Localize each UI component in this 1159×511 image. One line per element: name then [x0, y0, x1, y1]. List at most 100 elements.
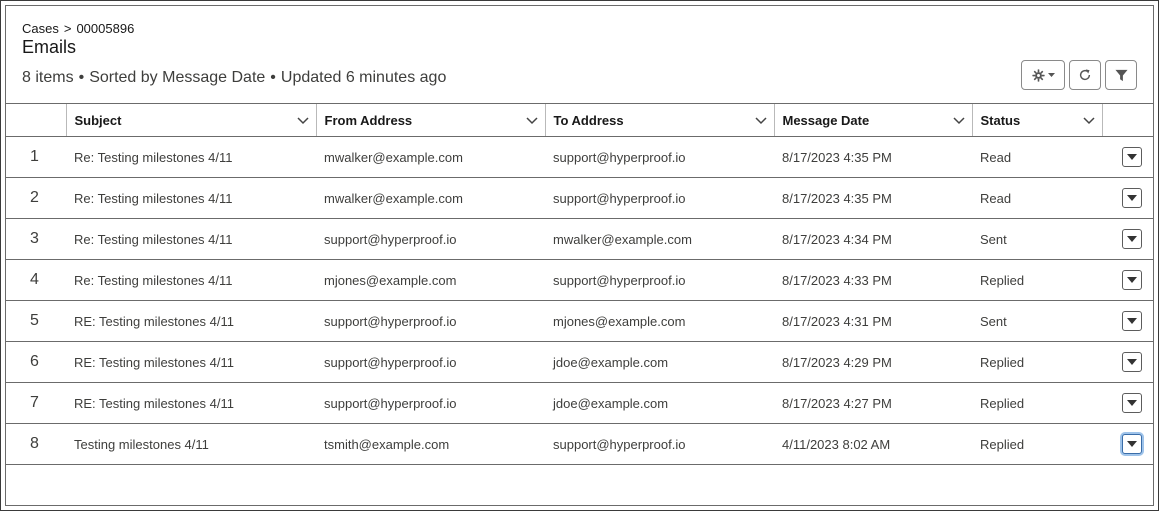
message-date-cell: 8/17/2023 4:35 PM — [774, 136, 972, 178]
status-cell: Replied — [972, 259, 1102, 301]
caret-down-icon — [1126, 359, 1137, 365]
caret-down-icon — [1126, 236, 1137, 242]
row-number: 2 — [6, 177, 66, 219]
filter-button[interactable] — [1105, 60, 1137, 90]
to-address-cell: support@hyperproof.io — [545, 423, 774, 465]
table-row: 4 Re: Testing milestones 4/11 mjones@exa… — [6, 259, 1153, 301]
row-actions-cell — [1102, 423, 1153, 465]
table-row: 6 RE: Testing milestones 4/11 support@hy… — [6, 341, 1153, 383]
row-actions-cell — [1102, 136, 1153, 178]
table-row: 2 Re: Testing milestones 4/11 mwalker@ex… — [6, 177, 1153, 219]
sort-info: Sorted by Message Date — [89, 69, 266, 86]
filter-icon — [1114, 69, 1128, 82]
column-header-status[interactable]: Status — [971, 103, 1102, 137]
message-date-cell: 8/17/2023 4:33 PM — [774, 259, 972, 301]
subject-cell[interactable]: Re: Testing milestones 4/11 — [66, 218, 316, 260]
from-address-cell: support@hyperproof.io — [316, 300, 545, 342]
caret-down-icon — [1047, 73, 1055, 77]
column-header-label: To Address — [553, 112, 624, 128]
row-actions-cell — [1102, 177, 1153, 219]
gear-icon — [1031, 68, 1045, 82]
chevron-down-icon[interactable] — [525, 113, 538, 128]
table-row: 5 RE: Testing milestones 4/11 support@hy… — [6, 300, 1153, 342]
column-header-label: Subject — [74, 112, 122, 128]
status-cell: Replied — [972, 382, 1102, 424]
to-address-cell: jdoe@example.com — [545, 382, 774, 424]
column-header-to-address[interactable]: To Address — [544, 103, 774, 137]
item-count: 8 items — [22, 69, 74, 86]
from-address-cell: mwalker@example.com — [316, 136, 545, 178]
subject-cell[interactable]: RE: Testing milestones 4/11 — [66, 382, 316, 424]
row-number: 6 — [6, 341, 66, 383]
from-address-cell: support@hyperproof.io — [316, 341, 545, 383]
row-number: 7 — [6, 382, 66, 424]
message-date-cell: 8/17/2023 4:34 PM — [774, 218, 972, 260]
row-action-menu-button[interactable] — [1121, 352, 1142, 372]
window-frame: Cases >00005896 Emails 8 items • Sorted by … — [0, 0, 1159, 511]
related-list-card: Cases >00005896 Emails 8 items • Sorted by … — [5, 5, 1154, 506]
row-number: 3 — [6, 218, 66, 260]
row-action-menu-button[interactable] — [1121, 311, 1142, 331]
subject-cell[interactable]: Testing milestones 4/11 — [66, 423, 316, 465]
list-meta-info: 8 items • Sorted by Message Date • Updated 6… — [22, 69, 446, 87]
from-address-cell: mwalker@example.com — [316, 177, 545, 219]
subject-cell[interactable]: Re: Testing milestones 4/11 — [66, 177, 316, 219]
message-date-cell: 4/11/2023 8:02 AM — [774, 423, 972, 465]
breadcrumb: Cases >00005896 — [22, 21, 134, 36]
meta-separator: • — [270, 69, 276, 86]
row-action-menu-button[interactable] — [1121, 270, 1142, 290]
row-actions-cell — [1102, 382, 1153, 424]
column-header-label: Status — [980, 112, 1021, 128]
subject-cell[interactable]: Re: Testing milestones 4/11 — [66, 259, 316, 301]
from-address-cell: support@hyperproof.io — [316, 382, 545, 424]
subject-cell[interactable]: Re: Testing milestones 4/11 — [66, 136, 316, 178]
column-header-subject[interactable]: Subject — [65, 103, 316, 137]
breadcrumb-separator: > — [63, 21, 72, 36]
to-address-cell: jdoe@example.com — [545, 341, 774, 383]
caret-down-icon — [1126, 195, 1137, 201]
row-action-menu-button[interactable] — [1121, 147, 1142, 167]
chevron-down-icon[interactable] — [1082, 113, 1095, 128]
status-cell: Sent — [972, 218, 1102, 260]
breadcrumb-parent-link[interactable]: Cases — [22, 21, 59, 36]
from-address-cell: support@hyperproof.io — [316, 218, 545, 260]
to-address-cell: support@hyperproof.io — [545, 177, 774, 219]
status-cell: Replied — [972, 423, 1102, 465]
page-title: Emails — [22, 37, 77, 57]
table-row: 7 RE: Testing milestones 4/11 support@hy… — [6, 382, 1153, 424]
message-date-cell: 8/17/2023 4:31 PM — [774, 300, 972, 342]
message-date-cell: 8/17/2023 4:27 PM — [774, 382, 972, 424]
row-number: 5 — [6, 300, 66, 342]
column-header-label: Message Date — [782, 112, 870, 128]
chevron-down-icon[interactable] — [952, 113, 965, 128]
row-action-menu-button[interactable] — [1121, 229, 1142, 249]
message-date-cell: 8/17/2023 4:35 PM — [774, 177, 972, 219]
row-number-header — [6, 103, 66, 137]
breadcrumb-current-link[interactable]: 00005896 — [76, 21, 134, 36]
updated-info: Updated 6 minutes ago — [280, 69, 447, 86]
refresh-button[interactable] — [1069, 60, 1101, 90]
row-action-menu-button[interactable] — [1121, 393, 1142, 413]
row-action-menu-button[interactable] — [1121, 188, 1142, 208]
column-header-from-address[interactable]: From Address — [315, 103, 545, 137]
status-cell: Replied — [972, 341, 1102, 383]
to-address-cell: mjones@example.com — [545, 300, 774, 342]
column-header-message-date[interactable]: Message Date — [773, 103, 972, 137]
chevron-down-icon[interactable] — [296, 113, 309, 128]
caret-down-icon — [1126, 441, 1137, 447]
actions-header — [1101, 103, 1153, 137]
to-address-cell: support@hyperproof.io — [545, 259, 774, 301]
chevron-down-icon[interactable] — [754, 113, 767, 128]
row-action-menu-button[interactable] — [1121, 434, 1142, 454]
subject-cell[interactable]: RE: Testing milestones 4/11 — [66, 300, 316, 342]
caret-down-icon — [1126, 318, 1137, 324]
list-settings-button[interactable] — [1021, 60, 1065, 90]
caret-down-icon — [1126, 277, 1137, 283]
from-address-cell: tsmith@example.com — [316, 423, 545, 465]
status-cell: Read — [972, 136, 1102, 178]
row-actions-cell — [1102, 300, 1153, 342]
caret-down-icon — [1126, 154, 1137, 160]
subject-cell[interactable]: RE: Testing milestones 4/11 — [66, 341, 316, 383]
table-row: 8 Testing milestones 4/11 tsmith@example… — [6, 423, 1153, 465]
column-header-label: From Address — [324, 112, 413, 128]
